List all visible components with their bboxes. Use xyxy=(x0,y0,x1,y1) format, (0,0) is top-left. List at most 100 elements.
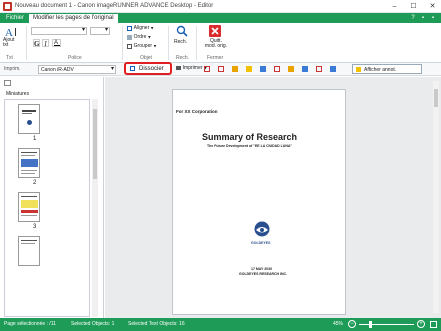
dissociate-icon xyxy=(130,66,135,71)
chevron-down-icon: ▾ xyxy=(104,27,108,33)
tool-icon-4[interactable] xyxy=(246,66,252,72)
company-text[interactable]: For XX Corporation xyxy=(176,109,218,114)
zoom-value: 45% xyxy=(333,321,344,327)
status-bar: Page sélectionnée : /11 Selected Objects… xyxy=(0,318,441,331)
command-bar: Imprim. Canon iR-ADV ▾ Imprimer ▾ Affich… xyxy=(0,63,441,76)
chevron-down-icon: ▾ xyxy=(148,34,151,41)
chevron-down-icon: ▾ xyxy=(153,43,157,50)
add-text-button[interactable]: A Ajout txt xyxy=(3,25,21,53)
document-scrollbar[interactable] xyxy=(433,81,439,313)
align-button[interactable]: Aligner ▾ xyxy=(127,25,153,33)
order-icon xyxy=(127,34,132,40)
group-objet-label: Objet xyxy=(140,55,152,61)
fit-page-icon[interactable] xyxy=(430,321,437,328)
close-button[interactable]: ✕ xyxy=(428,2,437,11)
document-org[interactable]: GOLDEYES RESEARCH INC. xyxy=(239,272,287,276)
thumbnail-number-3: 3 xyxy=(33,224,37,230)
font-color-button[interactable]: A xyxy=(52,39,61,47)
thumbnail-page-2[interactable] xyxy=(18,148,40,178)
quit-edit-original-button[interactable]: Quitt. mod. orig. xyxy=(203,25,227,53)
svg-text:A: A xyxy=(5,27,13,37)
dissociate-button[interactable]: Dissocier xyxy=(124,62,172,75)
font-size-select[interactable]: ▾ xyxy=(90,27,110,35)
thumbnail-scrollbar[interactable] xyxy=(92,99,98,317)
print-label: Imprimer xyxy=(182,65,203,71)
document-scroll-thumb[interactable] xyxy=(434,89,438,107)
tool-icon-7[interactable] xyxy=(288,66,294,72)
tool-icon-10[interactable] xyxy=(330,66,336,72)
printer-select[interactable]: Canon iR-ADV ▾ xyxy=(38,65,116,74)
search-icon xyxy=(176,25,188,37)
group-police-label: Police xyxy=(68,55,82,61)
tab-file[interactable]: Fichier xyxy=(2,13,28,23)
ribbon-collapse-icon[interactable]: ▪ xyxy=(429,14,437,22)
tool-icon-8[interactable] xyxy=(302,66,308,72)
printer-label: Imprim. xyxy=(4,66,21,72)
align-icon xyxy=(127,25,132,31)
document-date[interactable]: 17 MAY 2030 xyxy=(251,267,272,271)
dissociate-label: Dissocier xyxy=(139,66,164,72)
bold-button[interactable]: G xyxy=(33,39,40,48)
chevron-down-icon: ▾ xyxy=(81,27,85,33)
zoom-in-button[interactable]: + xyxy=(417,320,425,328)
tool-icon-6[interactable] xyxy=(274,66,280,72)
document-subtitle[interactable]: The Future Development of "EE LA CIUDAD … xyxy=(207,144,292,148)
tool-icon-2[interactable] xyxy=(218,66,224,72)
thumbnail-number-2: 2 xyxy=(33,180,37,186)
group-rech-label: Rech. xyxy=(176,55,190,61)
ribbon-tab-row: Fichier Modifier les pages de l'original… xyxy=(0,13,441,23)
quit-label: Quitt. mod. orig. xyxy=(204,38,228,49)
zoom-out-button[interactable]: − xyxy=(348,320,356,328)
thumbnail-page-1[interactable] xyxy=(18,104,40,134)
tool-icon-1[interactable] xyxy=(204,66,210,72)
tool-icon-9[interactable] xyxy=(316,66,322,72)
italic-button[interactable]: I xyxy=(42,39,49,48)
show-annotations-button[interactable]: Afficher annot. xyxy=(352,64,422,74)
status-page-selected: Page sélectionnée : /11 xyxy=(4,321,56,327)
close-red-icon xyxy=(209,25,221,37)
thumbnail-page-3[interactable] xyxy=(18,192,40,222)
zoom-slider[interactable] xyxy=(359,321,414,328)
document-title[interactable]: Summary of Research xyxy=(202,132,297,142)
thumbnail-header: Miniatures xyxy=(6,91,30,97)
printer-value: Canon iR-ADV xyxy=(41,67,74,73)
align-label: Aligner xyxy=(133,25,150,31)
logo-text: GOLDEYES xyxy=(251,241,271,245)
help-icon[interactable]: ? xyxy=(409,14,417,22)
chevron-down-icon: ▾ xyxy=(150,25,154,32)
thumbnail-panel: Miniatures 1 2 3 xyxy=(0,77,104,318)
font-name-select[interactable]: ▾ xyxy=(31,27,87,35)
search-button[interactable]: Rech. xyxy=(174,25,190,51)
print-button[interactable]: Imprimer ▾ xyxy=(176,65,207,74)
tab-edit-original[interactable]: Modifier les pages de l'original xyxy=(29,14,118,23)
thumbnail-scroll-thumb[interactable] xyxy=(93,109,97,179)
print-icon xyxy=(176,66,181,70)
annotation-icon xyxy=(356,67,361,72)
group-fermer-label: Fermer xyxy=(207,55,224,61)
ribbon-option-icon[interactable]: ▪ xyxy=(419,14,427,22)
tool-icon-5[interactable] xyxy=(260,66,266,72)
group-button[interactable]: Grouper ▾ xyxy=(127,43,156,51)
group-label: Grouper xyxy=(133,43,153,49)
thumbnail-number-1: 1 xyxy=(33,136,37,142)
tool-icon-3[interactable] xyxy=(232,66,238,72)
group-texte-label: Txt xyxy=(6,55,13,61)
goldeyes-logo-icon xyxy=(254,221,270,237)
status-selected-objects: Selected Objects: 1 xyxy=(71,321,115,327)
document-page[interactable]: For XX Corporation Summary of Research T… xyxy=(172,89,346,315)
window-title: Nouveau document 1 - Canon imageRUNNER A… xyxy=(15,3,214,9)
zoom-slider-thumb[interactable] xyxy=(369,321,372,328)
chevron-down-icon: ▾ xyxy=(110,66,114,72)
text-insert-icon: A xyxy=(5,27,16,37)
show-annotations-label: Afficher annot. xyxy=(364,67,397,73)
thumbnail-list: 1 2 3 xyxy=(4,99,90,317)
order-label: Ordre xyxy=(133,34,147,40)
document-area: For XX Corporation Summary of Research T… xyxy=(105,77,441,318)
panel-toggle-icon[interactable] xyxy=(4,80,11,86)
order-button[interactable]: Ordre ▾ xyxy=(127,34,151,42)
group-icon xyxy=(127,43,132,49)
title-bar: Nouveau document 1 - Canon imageRUNNER A… xyxy=(0,0,441,13)
minimize-button[interactable]: – xyxy=(390,2,399,11)
maximize-button[interactable]: ☐ xyxy=(409,2,418,11)
thumbnail-page-4[interactable] xyxy=(18,236,40,266)
